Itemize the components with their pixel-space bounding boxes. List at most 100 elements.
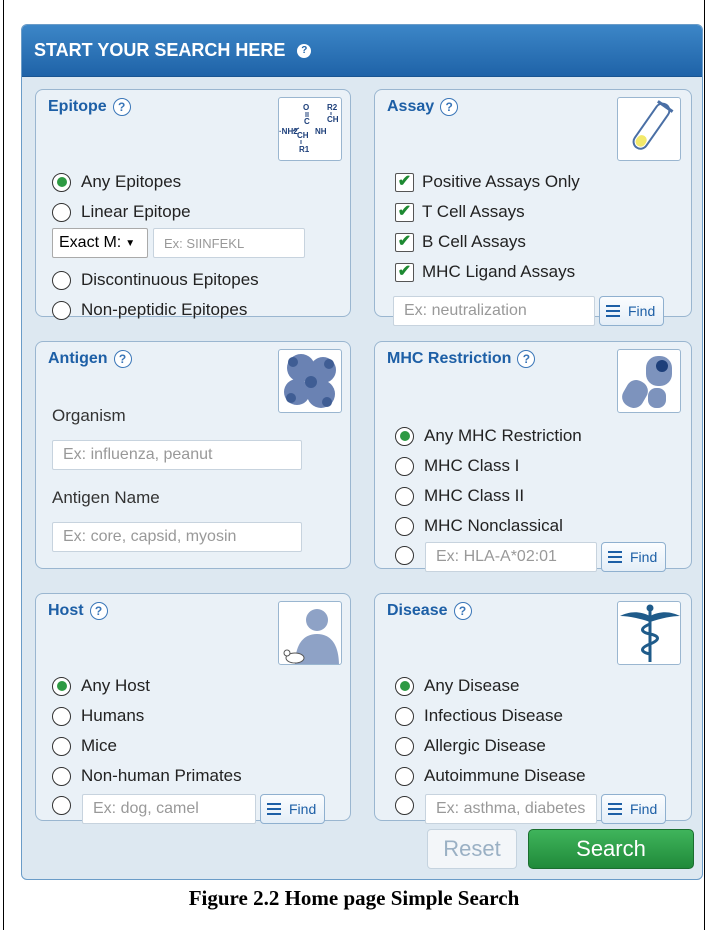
help-icon[interactable]: ? bbox=[453, 602, 472, 620]
mhc-search-input[interactable] bbox=[425, 542, 597, 572]
structure-label-nh2: ·NH2 bbox=[279, 127, 298, 136]
assay-check-tcell[interactable]: ✔ T Cell Assays bbox=[395, 202, 525, 222]
list-icon bbox=[606, 304, 620, 318]
caduceus-icon bbox=[617, 601, 681, 665]
epitope-option-any[interactable]: Any Epitopes bbox=[52, 172, 181, 192]
radio[interactable] bbox=[395, 736, 414, 756]
radio[interactable] bbox=[52, 202, 71, 222]
host-silhouette-icon bbox=[278, 601, 342, 665]
mhc-option-custom[interactable] bbox=[395, 546, 424, 565]
radio[interactable] bbox=[52, 796, 71, 815]
disease-find-button[interactable]: Find bbox=[601, 794, 667, 824]
simple-search-panel: START YOUR SEARCH HERE ? Epitope ? O R2 … bbox=[21, 24, 703, 880]
organism-input[interactable] bbox=[52, 440, 302, 470]
assay-box: Assay ? ✔ Positive Assays Only ✔ T Cell … bbox=[374, 89, 692, 326]
reset-button[interactable]: Reset bbox=[427, 829, 517, 869]
structure-label-ch-top: CH bbox=[327, 115, 339, 124]
radio[interactable] bbox=[52, 736, 71, 756]
mhc-find-button[interactable]: Find bbox=[601, 542, 667, 572]
checkbox-checked[interactable]: ✔ bbox=[395, 262, 414, 282]
help-icon[interactable]: ? bbox=[113, 350, 132, 368]
host-option-primates[interactable]: Non-human Primates bbox=[52, 766, 242, 786]
host-find-button[interactable]: Find bbox=[260, 794, 326, 824]
assay-check-label: T Cell Assays bbox=[422, 202, 525, 221]
host-title: Host ? bbox=[48, 602, 108, 620]
host-option-humans[interactable]: Humans bbox=[52, 706, 144, 726]
disease-box: Disease ? Any Disease Infectious Disease bbox=[374, 593, 692, 824]
mhc-option-any[interactable]: Any MHC Restriction bbox=[395, 426, 582, 446]
structure-label-nh: NH bbox=[315, 127, 327, 136]
help-icon[interactable]: ? bbox=[89, 602, 108, 620]
radio[interactable] bbox=[395, 456, 414, 476]
radio-selected[interactable] bbox=[395, 426, 414, 446]
disease-option-allergic[interactable]: Allergic Disease bbox=[395, 736, 546, 756]
mhc-title: MHC Restriction ? bbox=[387, 350, 536, 368]
epitope-option-linear[interactable]: Linear Epitope bbox=[52, 202, 191, 222]
antigen-title-text: Antigen bbox=[48, 350, 108, 367]
antigen-box: Antigen ? Organism Antigen Name bbox=[35, 341, 351, 569]
frame-right-border bbox=[704, 0, 705, 930]
mhc-option-label: Any MHC Restriction bbox=[424, 426, 582, 445]
assay-find-button[interactable]: Find bbox=[599, 296, 665, 326]
checkbox-checked[interactable]: ✔ bbox=[395, 172, 414, 192]
help-icon[interactable]: ? bbox=[440, 98, 459, 116]
mhc-option-nonclassical[interactable]: MHC Nonclassical bbox=[395, 516, 563, 536]
host-option-label: Humans bbox=[81, 706, 145, 725]
radio[interactable] bbox=[52, 300, 71, 320]
radio[interactable] bbox=[395, 516, 414, 536]
list-icon bbox=[267, 802, 281, 816]
radio[interactable] bbox=[395, 766, 414, 786]
antigen-title: Antigen ? bbox=[48, 350, 132, 368]
checkbox-checked[interactable]: ✔ bbox=[395, 232, 414, 252]
radio[interactable] bbox=[395, 796, 414, 815]
organism-label: Organism bbox=[52, 406, 126, 425]
disease-option-label: Allergic Disease bbox=[424, 736, 546, 755]
host-search-input[interactable] bbox=[82, 794, 256, 824]
radio[interactable] bbox=[52, 706, 71, 726]
mhc-title-text: MHC Restriction bbox=[387, 350, 512, 367]
mhc-option-label: MHC Class II bbox=[424, 486, 525, 505]
radio-selected[interactable] bbox=[52, 676, 71, 696]
host-option-mice[interactable]: Mice bbox=[52, 736, 117, 756]
checkbox-checked[interactable]: ✔ bbox=[395, 202, 414, 222]
help-icon[interactable]: ? bbox=[112, 98, 131, 116]
radio-selected[interactable] bbox=[395, 676, 414, 696]
mhc-option-label: MHC Class I bbox=[424, 456, 520, 475]
host-option-label: Any Host bbox=[81, 676, 150, 695]
epitope-title: Epitope ? bbox=[48, 98, 131, 116]
help-icon[interactable]: ? bbox=[517, 350, 536, 368]
assay-check-positive[interactable]: ✔ Positive Assays Only bbox=[395, 172, 580, 192]
assay-check-bcell[interactable]: ✔ B Cell Assays bbox=[395, 232, 526, 252]
host-option-custom[interactable] bbox=[52, 796, 81, 815]
radio[interactable] bbox=[395, 486, 414, 506]
match-type-select[interactable]: Exact M: ▼ bbox=[52, 228, 148, 258]
disease-option-any[interactable]: Any Disease bbox=[395, 676, 519, 696]
assay-title-text: Assay bbox=[387, 98, 435, 115]
radio[interactable] bbox=[52, 270, 71, 290]
assay-check-label: B Cell Assays bbox=[422, 232, 526, 251]
disease-title-text: Disease bbox=[387, 602, 448, 619]
epitope-option-discontinuous[interactable]: Discontinuous Epitopes bbox=[52, 270, 259, 290]
mhc-molecule-icon bbox=[617, 349, 681, 413]
disease-option-infectious[interactable]: Infectious Disease bbox=[395, 706, 563, 726]
epitope-sequence-input[interactable] bbox=[153, 228, 305, 258]
radio-selected[interactable] bbox=[52, 172, 71, 192]
disease-option-custom[interactable] bbox=[395, 796, 424, 815]
assay-search-input[interactable] bbox=[393, 296, 595, 326]
mhc-option-class-2[interactable]: MHC Class II bbox=[395, 486, 524, 506]
disease-search-input[interactable] bbox=[425, 794, 597, 824]
panel-title: START YOUR SEARCH HERE bbox=[34, 40, 286, 60]
radio[interactable] bbox=[52, 766, 71, 786]
antigen-name-input[interactable] bbox=[52, 522, 302, 552]
epitope-option-nonpeptidic[interactable]: Non-peptidic Epitopes bbox=[52, 300, 247, 320]
search-button[interactable]: Search bbox=[528, 829, 694, 869]
assay-check-mhc-ligand[interactable]: ✔ MHC Ligand Assays bbox=[395, 262, 575, 282]
frame-left-border bbox=[3, 0, 4, 930]
epitope-box: Epitope ? O R2 C CH ·NH2 CH NH R1 Any Ep… bbox=[35, 89, 351, 320]
host-option-any[interactable]: Any Host bbox=[52, 676, 150, 696]
radio[interactable] bbox=[395, 546, 414, 565]
radio[interactable] bbox=[395, 706, 414, 726]
help-icon[interactable]: ? bbox=[297, 43, 312, 58]
disease-option-autoimmune[interactable]: Autoimmune Disease bbox=[395, 766, 586, 786]
mhc-option-class-1[interactable]: MHC Class I bbox=[395, 456, 519, 476]
